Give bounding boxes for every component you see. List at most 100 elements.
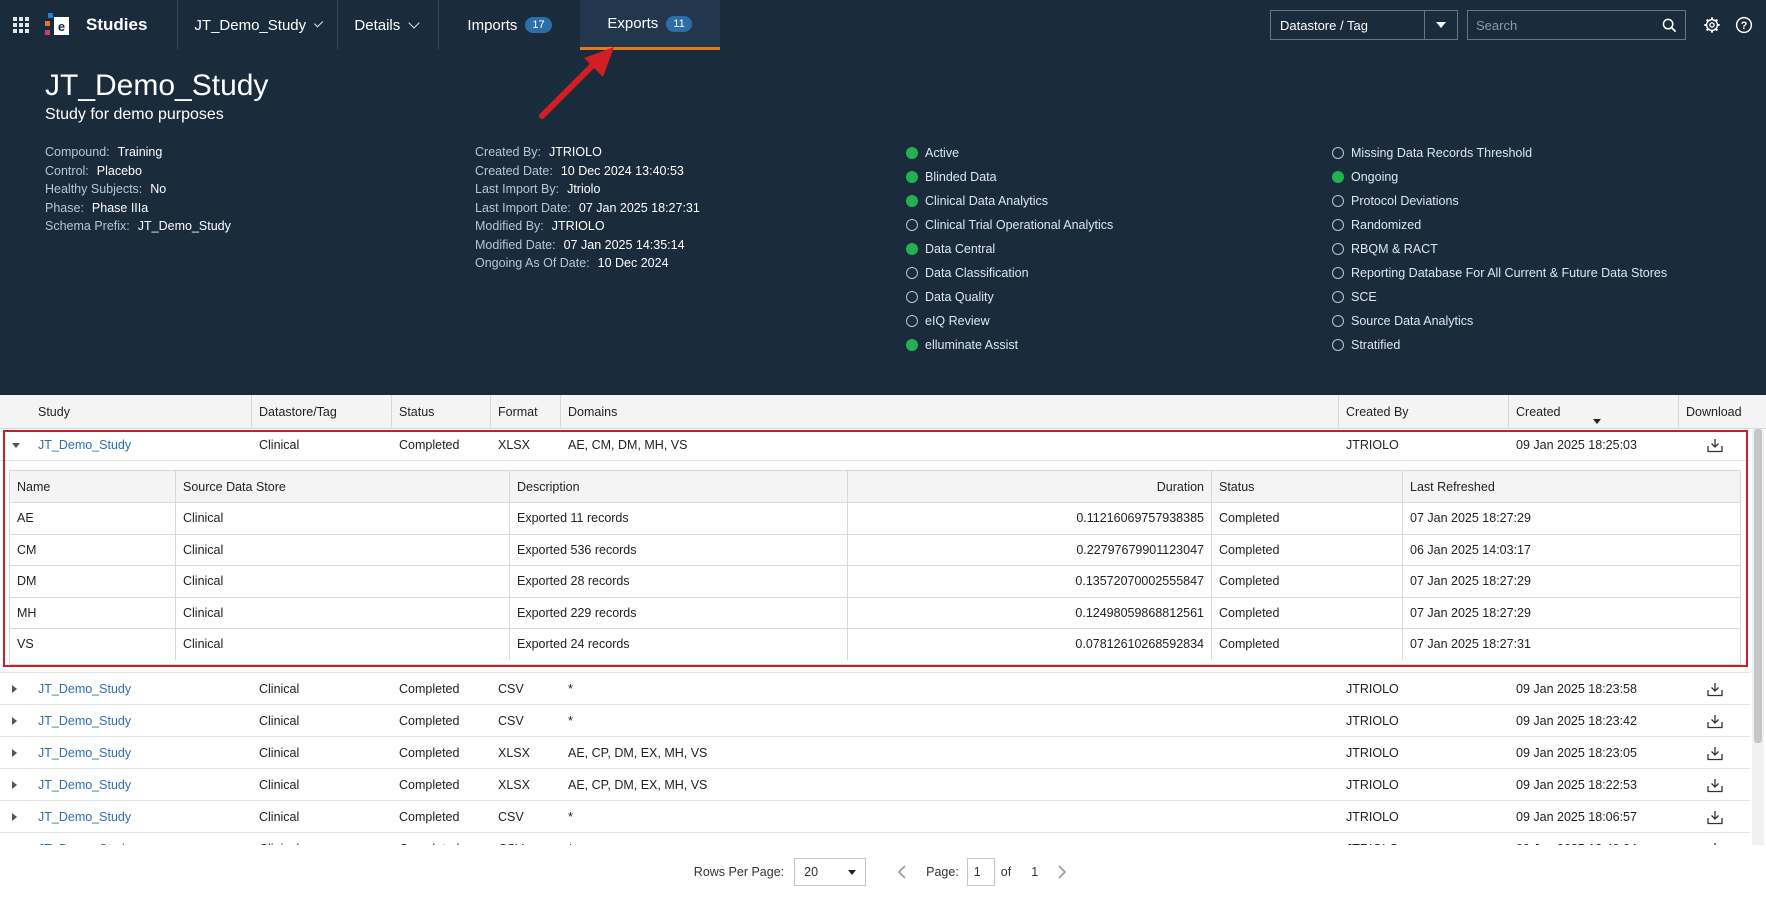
details-cell-refreshed: 07 Jan 2025 18:27:29	[1410, 605, 1531, 620]
details-cell-name: CM	[10, 534, 176, 565]
column-header-status[interactable]: Status	[392, 395, 491, 429]
study-selector-dropdown[interactable]: JT_Demo_Study	[178, 0, 339, 50]
cell-study[interactable]: JT_Demo_Study	[31, 833, 252, 845]
meta-row: Last Import By: Jtriolo	[475, 180, 700, 199]
table-row[interactable]: JT_Demo_StudyClinicalCompletedCSV*JTRIOL…	[0, 705, 1750, 737]
expand-row-button[interactable]	[12, 833, 17, 845]
app-launcher-button[interactable]	[0, 0, 42, 50]
rows-per-page-value: 20	[804, 865, 819, 879]
meta-key: Last Import Date:	[475, 200, 571, 215]
download-button[interactable]	[1679, 673, 1750, 705]
help-button[interactable]: ?	[1728, 16, 1760, 34]
next-page-button[interactable]	[1052, 865, 1072, 879]
meta-key: Created Date:	[475, 163, 553, 178]
of-label: of	[1000, 865, 1012, 879]
meta-value: JTRIOLO	[549, 145, 602, 159]
status-on-icon	[906, 243, 918, 255]
expand-row-button[interactable]	[12, 801, 17, 833]
table-row[interactable]: JT_Demo_StudyClinicalCompletedCSV*JTRIOL…	[0, 801, 1750, 833]
details-column-header[interactable]: Name	[10, 471, 176, 502]
page-number-input[interactable]: 1	[966, 858, 995, 886]
chevron-down-icon	[408, 16, 420, 29]
cell-created-by: JTRIOLO	[1339, 833, 1509, 845]
cell-created-by: JTRIOLO	[1346, 682, 1399, 696]
settings-button[interactable]	[1696, 16, 1728, 34]
tab-imports-label: Imports	[467, 16, 518, 34]
download-button[interactable]	[1679, 429, 1750, 461]
column-header-domains[interactable]: Domains	[561, 395, 1339, 429]
download-button[interactable]	[1679, 705, 1750, 737]
column-header-format[interactable]: Format	[491, 395, 561, 429]
cell-study[interactable]: JT_Demo_Study	[31, 801, 252, 833]
table-row[interactable]: JT_Demo_StudyClinicalCompletedCSV*JTRIOL…	[0, 833, 1750, 845]
collapse-row-button[interactable]	[12, 429, 20, 461]
cell-format: XLSX	[498, 778, 530, 792]
study-flag-label: Source Data Analytics	[1351, 314, 1474, 328]
cell-status: Completed	[392, 833, 491, 845]
column-header-created[interactable]: Created	[1509, 395, 1679, 429]
datastore-dropdown-button[interactable]	[1425, 11, 1457, 39]
page-label: Page:	[926, 865, 959, 879]
table-row[interactable]: JT_Demo_Study Clinical Completed XLSX AE, CP…	[0, 769, 1750, 801]
study-flag: Data Quality	[906, 285, 1113, 309]
details-dropdown[interactable]: Details	[338, 0, 440, 50]
expand-row-button[interactable]	[12, 673, 17, 705]
cell-study[interactable]: JT_Demo_Study	[31, 737, 252, 769]
grid-icon	[13, 17, 29, 33]
column-header-datastore[interactable]: Datastore/Tag	[252, 395, 392, 429]
details-cell-source: Clinical	[176, 566, 510, 597]
download-button[interactable]	[1679, 833, 1750, 845]
scrollbar-thumb[interactable]	[1754, 429, 1762, 743]
table-scrollbar[interactable]	[1752, 429, 1764, 845]
rows-per-page-select[interactable]: 20	[794, 858, 867, 886]
column-header-study[interactable]: Study	[0, 395, 252, 429]
details-column-header[interactable]: Last Refreshed	[1403, 471, 1740, 502]
tab-exports[interactable]: Exports 11	[580, 0, 721, 50]
details-column-header[interactable]: Source Data Store	[176, 471, 510, 502]
page-title: JT_Demo_Study	[45, 69, 269, 102]
download-button[interactable]	[1679, 801, 1750, 833]
search-icon[interactable]	[1662, 18, 1677, 33]
expand-row-button[interactable]	[12, 705, 17, 737]
study-flag-label: Protocol Deviations	[1351, 194, 1459, 208]
cell-created: 09 Jan 2025 18:22:53	[1516, 778, 1637, 792]
cell-study[interactable]: JT_Demo_Study	[31, 673, 252, 705]
expand-row-button[interactable]	[12, 769, 17, 801]
cell-format: CSV	[498, 810, 524, 824]
study-flag-label: eIQ Review	[925, 314, 990, 328]
table-row[interactable]: JT_Demo_Study Clinical Completed XLSX AE, CP…	[0, 737, 1750, 769]
details-column-header[interactable]: Status	[1212, 471, 1403, 502]
search-input[interactable]	[1476, 17, 1662, 33]
gear-icon	[1704, 17, 1720, 33]
download-button[interactable]	[1679, 769, 1750, 801]
meta-key: Ongoing As Of Date:	[475, 256, 590, 270]
expand-row-button[interactable]	[12, 737, 17, 769]
svg-text:?: ?	[1741, 20, 1748, 32]
status-on-icon	[906, 195, 918, 207]
cell-created-by: JTRIOLO	[1346, 438, 1399, 452]
column-header-created-by[interactable]: Created By	[1339, 395, 1509, 429]
download-button[interactable]	[1679, 737, 1750, 769]
cell-study[interactable]: JT_Demo_Study	[31, 769, 252, 801]
meta-value: JTRIOLO	[551, 219, 605, 233]
meta-row: Healthy Subjects: No	[45, 180, 231, 199]
details-column-header[interactable]: Description	[510, 471, 848, 502]
study-flag: Reporting Database For All Current & Fut…	[1332, 261, 1667, 285]
details-cell-description: Exported 11 records	[510, 503, 848, 534]
brand-title[interactable]: Studies	[72, 0, 179, 50]
cell-study[interactable]: JT_Demo_Study	[31, 429, 252, 461]
previous-page-button[interactable]	[892, 865, 912, 879]
table-row[interactable]: JT_Demo_StudyClinicalCompletedCSV*JTRIOL…	[0, 673, 1750, 705]
study-meta-left: Compound: Training Control: Placebo Health…	[45, 143, 231, 236]
cell-study[interactable]: JT_Demo_Study	[31, 705, 252, 737]
datastore-tag-select[interactable]: Datastore / Tag	[1270, 10, 1458, 40]
cell-created-by: JTRIOLO	[1346, 810, 1399, 824]
column-header-download[interactable]: Download	[1679, 395, 1766, 429]
table-row[interactable]: JT_Demo_Study Clinical Completed XLSX AE, CM…	[0, 429, 1750, 461]
status-off-icon	[1332, 147, 1344, 159]
meta-row: Compound: Training	[45, 143, 231, 162]
tab-imports[interactable]: Imports 17	[439, 0, 580, 50]
status-on-icon	[906, 147, 918, 159]
details-column-header[interactable]: Duration	[848, 471, 1212, 502]
page-subtitle: Study for demo purposes	[45, 106, 224, 123]
